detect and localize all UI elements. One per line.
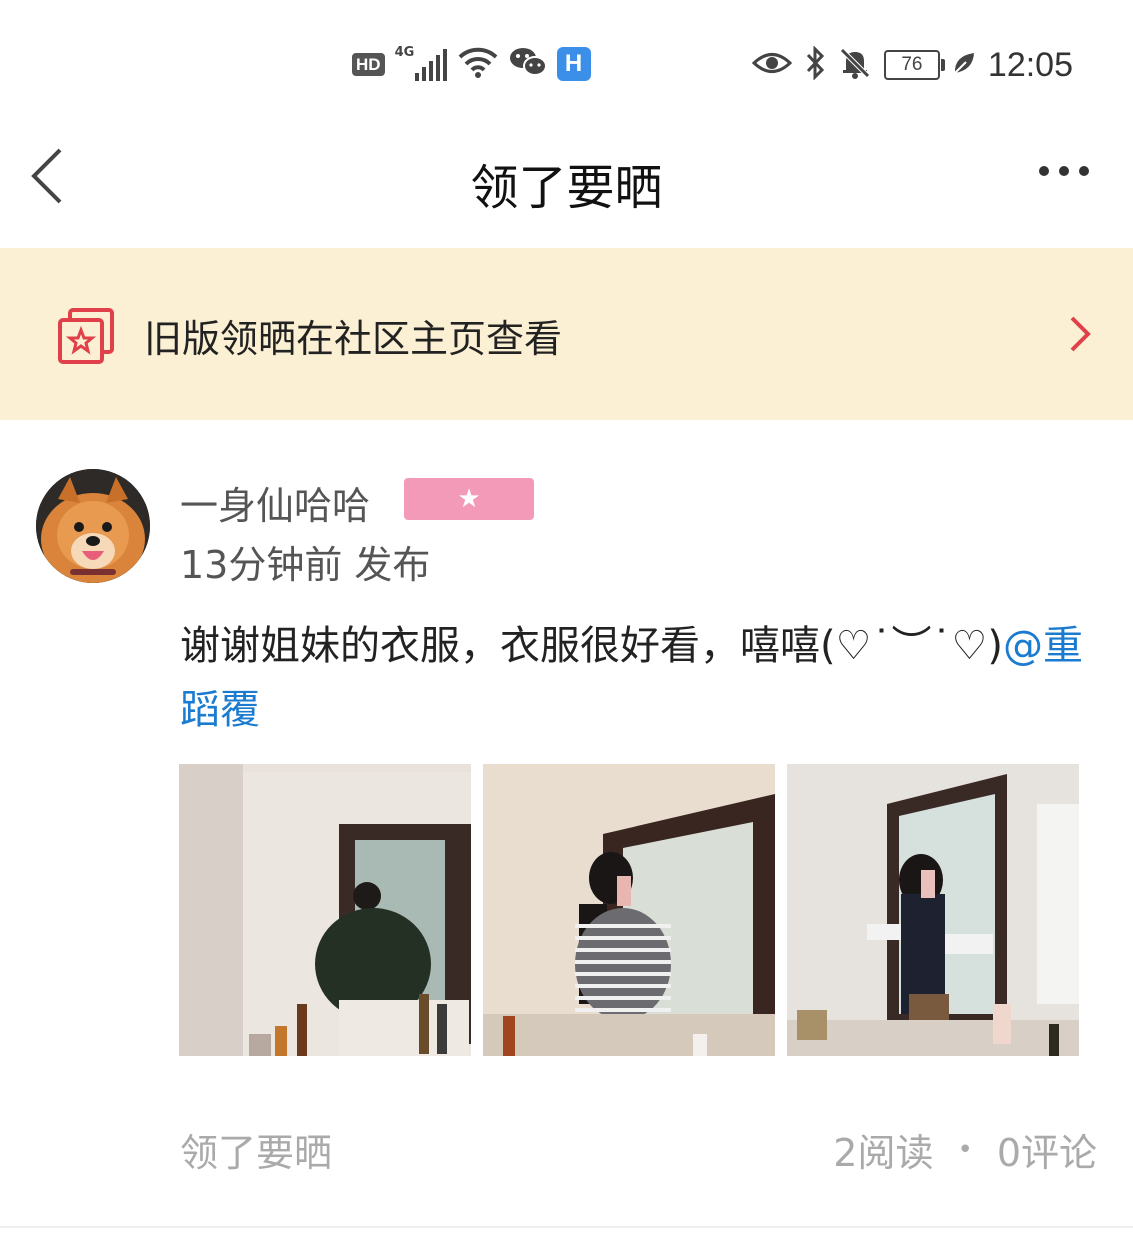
dog-avatar-image xyxy=(36,469,150,583)
leaf-icon xyxy=(952,50,976,80)
page-title: 领了要晒 xyxy=(470,160,663,216)
user-level-badge: ★ xyxy=(404,478,534,520)
banner-text: 旧版领晒在社区主页查看 xyxy=(144,317,563,361)
eye-icon xyxy=(751,50,793,80)
wifi-icon xyxy=(457,45,499,83)
chevron-right-icon xyxy=(1067,314,1093,354)
bluetooth-icon xyxy=(804,45,826,84)
battery-icon: 76 xyxy=(883,50,945,80)
star-frame-icon xyxy=(56,306,116,366)
comment-count[interactable]: 0评论 xyxy=(997,1122,1097,1177)
post-content: 谢谢姐妹的衣服，衣服很好看，嘻嘻(♡˙︶˙♡)@重蹈覆 xyxy=(180,614,1110,742)
app-notification-icon: H xyxy=(556,47,591,81)
more-dot xyxy=(1059,166,1069,176)
read-count: 2阅读 xyxy=(833,1131,934,1175)
more-dot xyxy=(1039,166,1049,176)
star-icon: ★ xyxy=(457,484,481,514)
cellular-signal-icon: 4G xyxy=(394,45,447,81)
photo-1[interactable] xyxy=(179,764,471,1056)
avatar[interactable] xyxy=(36,469,150,583)
more-dot xyxy=(1079,166,1089,176)
network-type: 4G xyxy=(394,45,415,60)
status-left: HD 4G H xyxy=(352,44,591,84)
post-text: 谢谢姐妹的衣服，衣服很好看，嘻嘻(♡˙︶˙♡) xyxy=(180,623,1003,669)
post-time: 13分钟前 发布 xyxy=(180,543,431,587)
hd-icon: HD xyxy=(352,52,385,76)
post-stats: 2阅读 • 0评论 xyxy=(833,1122,1097,1177)
username[interactable]: 一身仙哈哈 xyxy=(180,475,370,530)
clock: 12:05 xyxy=(987,45,1073,84)
old-version-banner[interactable]: 旧版领晒在社区主页查看 xyxy=(0,248,1133,420)
photo-3[interactable] xyxy=(787,764,1079,1056)
more-button[interactable] xyxy=(1039,166,1089,176)
photo-grid xyxy=(179,764,1079,1056)
wechat-icon xyxy=(509,46,547,82)
topic-tag[interactable]: 领了要晒 xyxy=(180,1122,332,1177)
stats-separator: • xyxy=(957,1134,973,1165)
status-bar: HD 4G H 76 12:05 xyxy=(0,0,1133,110)
mute-bell-icon xyxy=(838,46,872,84)
photo-2[interactable] xyxy=(483,764,775,1056)
nav-bar: 领了要晒 xyxy=(0,110,1133,248)
divider xyxy=(0,1226,1133,1228)
status-right: 76 12:05 xyxy=(751,40,1073,90)
